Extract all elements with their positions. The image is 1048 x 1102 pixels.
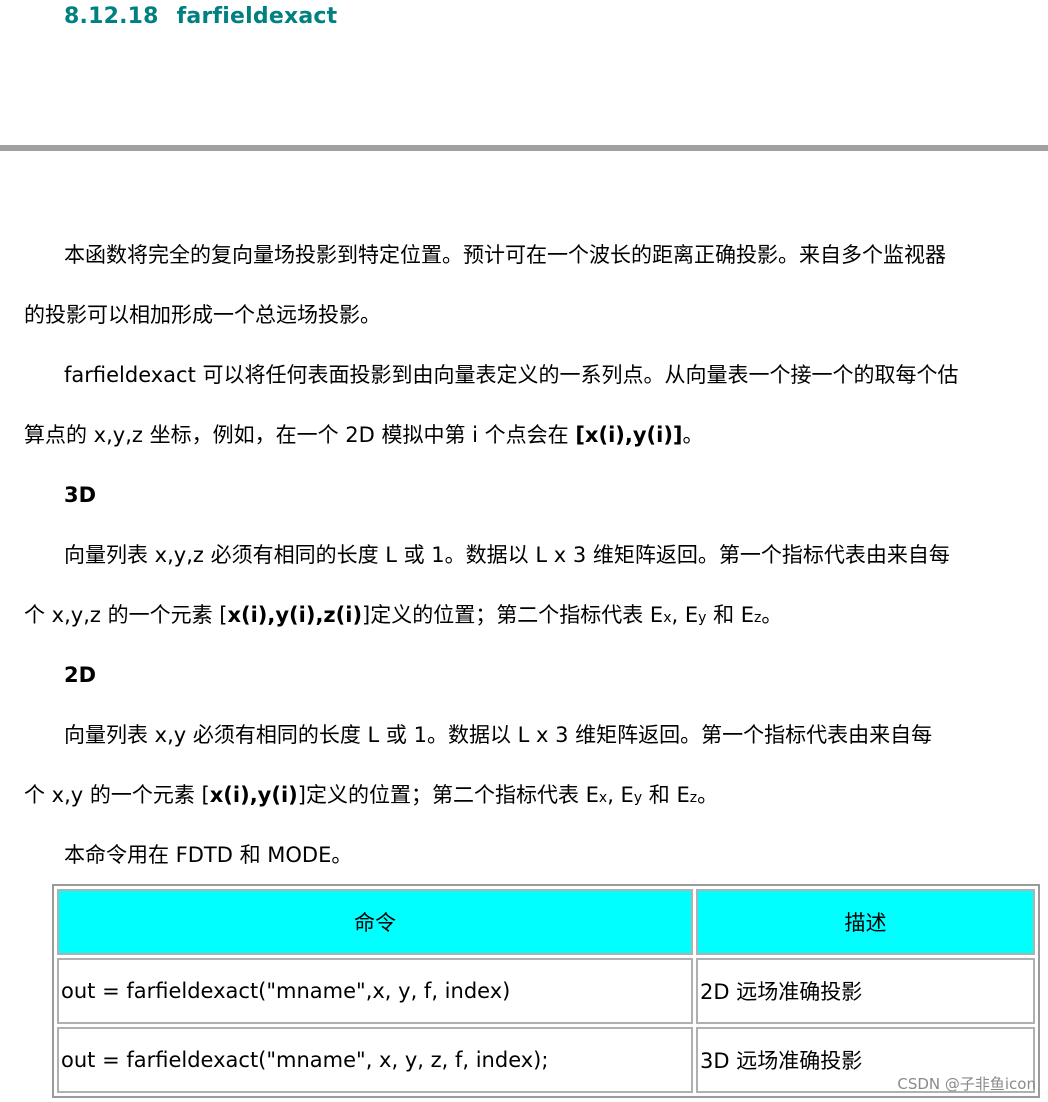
subscript-x: x xyxy=(598,790,608,806)
paragraph-2-line-1: farfieldexact 可以将任何表面投影到由向量表定义的一系列点。从向量表… xyxy=(64,363,959,387)
section-title: 8.12.18 farfieldexact xyxy=(64,4,337,29)
section-number: 8.12.18 xyxy=(64,4,159,29)
usage-note: 本命令用在 FDTD 和 MODE。 xyxy=(64,843,353,867)
end-mark: 。 xyxy=(761,603,783,627)
example-point-notation: [x(i),y(i)] xyxy=(575,423,683,447)
header-description: 描述 xyxy=(696,889,1035,955)
subscript-z: z xyxy=(689,790,698,806)
section-3d-text: 个 x,y,z 的一个元素 [ xyxy=(24,603,228,627)
table-header-row: 命令 描述 xyxy=(57,889,1035,955)
horizontal-divider xyxy=(0,145,1048,151)
paragraph-2-end: 。 xyxy=(682,423,704,447)
section-2d-text: 个 x,y 的一个元素 [ xyxy=(24,783,210,807)
end-mark: 。 xyxy=(697,783,719,807)
paragraph-1-line-2: 的投影可以相加形成一个总远场投影。 xyxy=(24,303,381,327)
table-row: out = farfieldexact("mname", x, y, z, f,… xyxy=(57,1027,1035,1093)
section-2d-line-2: 个 x,y 的一个元素 [x(i),y(i)]定义的位置；第二个指标代表 Ex,… xyxy=(24,765,1040,828)
paragraph-2-line-2: 算点的 x,y,z 坐标，例如，在一个 2D 模拟中第 i 个点会在 [x(i)… xyxy=(24,405,1040,465)
command-cell: out = farfieldexact("mname",x, y, f, ind… xyxy=(57,958,693,1024)
command-table: 命令 描述 out = farfieldexact("mname",x, y, … xyxy=(52,884,1040,1098)
and-text: 和 E xyxy=(706,603,755,627)
and-text: 和 E xyxy=(642,783,690,807)
header-command: 命令 xyxy=(57,889,693,955)
description-cell: 2D 远场准确投影 xyxy=(696,958,1035,1024)
table-row: out = farfieldexact("mname",x, y, f, ind… xyxy=(57,958,1035,1024)
section-3d-line-1: 向量列表 x,y,z 必须有相同的长度 L 或 1。数据以 L x 3 维矩阵返… xyxy=(64,543,950,567)
heading-3d: 3D xyxy=(64,483,97,507)
section-2d-notation: x(i),y(i) xyxy=(209,783,298,807)
separator: , E xyxy=(671,603,699,627)
section-3d-mid: ]定义的位置；第二个指标代表 E xyxy=(362,603,664,627)
section-2d-line-1: 向量列表 x,y 必须有相同的长度 L 或 1。数据以 L x 3 维矩阵返回。… xyxy=(64,723,933,747)
section-3d-notation: x(i),y(i),z(i) xyxy=(227,603,363,627)
command-cell: out = farfieldexact("mname", x, y, z, f,… xyxy=(57,1027,693,1093)
subscript-y: y xyxy=(633,790,643,806)
paragraph-1-line-1: 本函数将完全的复向量场投影到特定位置。预计可在一个波长的距离正确投影。来自多个监… xyxy=(64,243,946,267)
watermark: CSDN @子非鱼icon xyxy=(897,1075,1036,1093)
separator: , E xyxy=(607,783,634,807)
section-name: farfieldexact xyxy=(176,4,338,29)
section-3d-line-2: 个 x,y,z 的一个元素 [x(i),y(i),z(i)]定义的位置；第二个指… xyxy=(24,585,1040,648)
section-2d-mid: ]定义的位置；第二个指标代表 E xyxy=(297,783,599,807)
heading-2d: 2D xyxy=(64,663,97,687)
paragraph-2-text: 算点的 x,y,z 坐标，例如，在一个 2D 模拟中第 i 个点会在 xyxy=(24,423,576,447)
